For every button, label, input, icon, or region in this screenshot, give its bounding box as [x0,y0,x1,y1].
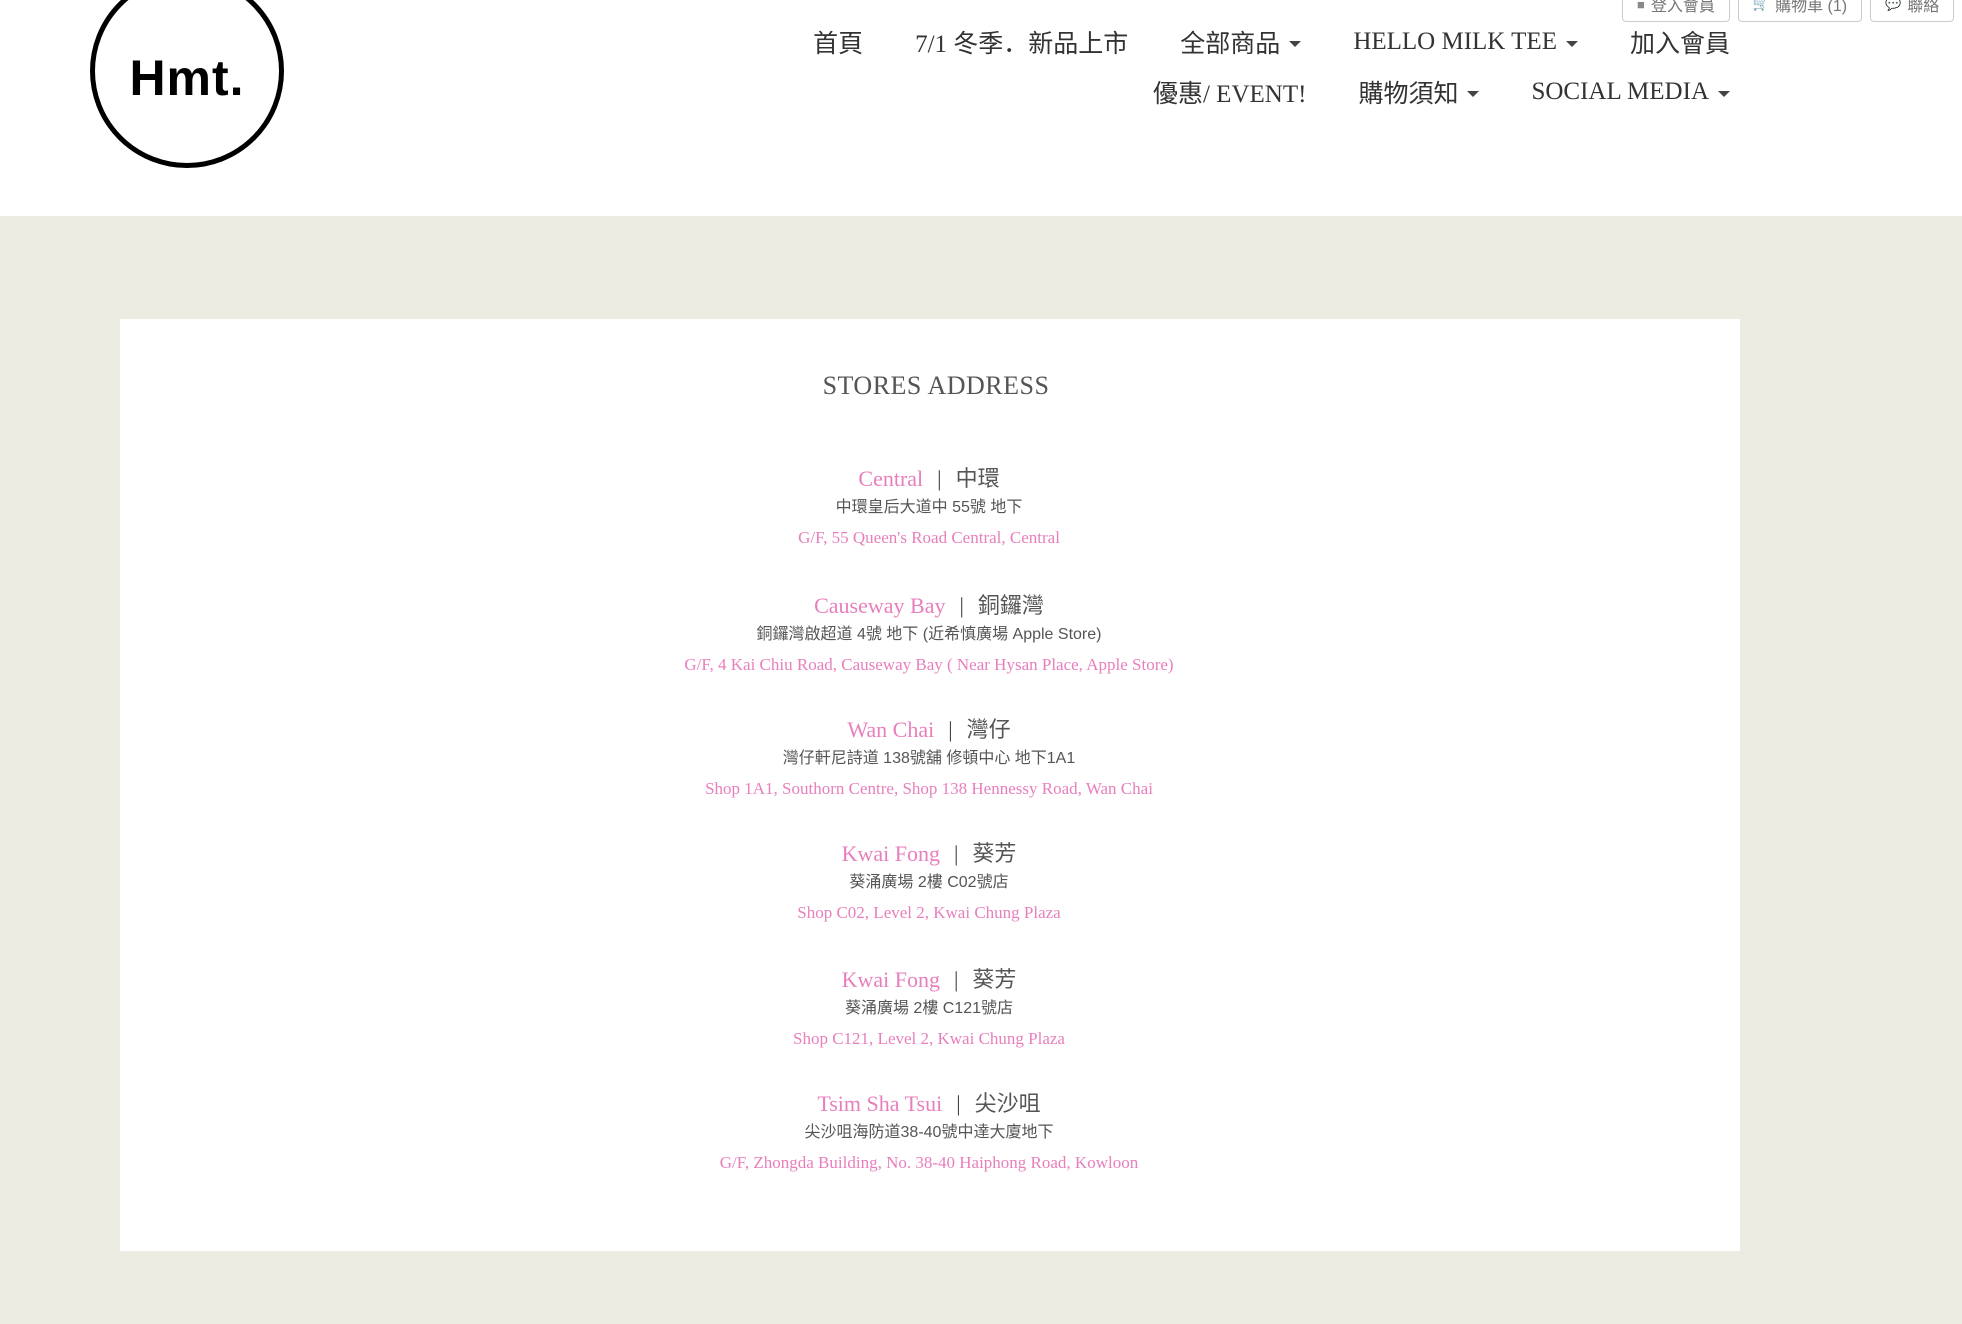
nav-item-label: 7/1 冬季．新品上市 [915,31,1129,58]
store-address-zh: 中環皇后大道中 55號 地下 [835,499,1023,516]
store-address-en[interactable]: G/F, 4 Kai Chiu Road, Causeway Bay ( Nea… [0,653,1858,677]
store-address-zh: 葵涌廣場 2樓 C02號店 [849,874,1009,891]
store-address-en[interactable]: G/F, 55 Queen's Road Central, Central [0,526,1858,550]
store-name: Central | 中環 [0,464,1858,494]
store-name-zh: 葵芳 [972,841,1017,866]
caret-down-icon [1718,90,1730,97]
nav-item-label: 首頁 [813,31,864,58]
store-name-en[interactable]: Kwai Fong [842,841,940,866]
store-name: Kwai Fong | 葵芳 [0,965,1858,995]
chat-icon: 💬 [1885,0,1902,11]
store-address-zh: 銅鑼灣啟超道 4號 地下 (近希慎廣場 Apple Store) [756,626,1102,643]
nav-item-join-member[interactable]: 加入會員 [1630,24,1730,60]
store-name: Kwai Fong | 葵芳 [0,839,1858,869]
store-item-central: Central | 中環 中環皇后大道中 55號 地下 G/F, 55 Queen'… [0,464,1858,550]
cart-label: 購物車 (1) [1775,0,1848,15]
store-address-zh: 尖沙咀海防道38-40號中達大廈地下 [804,1124,1054,1141]
store-name-zh: 尖沙咀 [974,1091,1041,1116]
site-header: Hmt. ■ 登入會員 🛒 購物車 (1) 💬 聯絡 首頁 7/1 冬季．新品上… [0,0,1962,216]
store-address-en[interactable]: G/F, Zhongda Building, No. 38-40 Haiphon… [0,1151,1858,1175]
nav-item-hello-milk-tee[interactable]: HELLO MILK TEE [1353,28,1578,56]
store-address-en[interactable]: Shop C121, Level 2, Kwai Chung Plaza [0,1027,1858,1051]
main-nav-row-1: 首頁 7/1 冬季．新品上市 全部商品 HELLO MILK TEE 加入會員 [813,24,1730,60]
separator: | [959,593,964,618]
cart-button[interactable]: 🛒 購物車 (1) [1737,0,1863,22]
separator: | [937,466,942,491]
store-item-causeway-bay: Causeway Bay | 銅鑼灣 銅鑼灣啟超道 4號 地下 (近希慎廣場 App… [0,591,1858,677]
login-label: 登入會員 [1650,0,1715,15]
store-item-wan-chai: Wan Chai | 灣仔 灣仔軒尼詩道 138號舖 修頓中心 地下1A1 Shop… [0,715,1858,801]
store-name-en[interactable]: Wan Chai [847,717,934,742]
page-title: STORES ADDRESS [822,371,1050,400]
nav-item-social-media[interactable]: SOCIAL MEDIA [1531,78,1730,106]
store-name-en[interactable]: Central [858,466,923,491]
store-address-en[interactable]: Shop 1A1, Southorn Centre, Shop 138 Henn… [0,777,1858,801]
nav-item-label: SOCIAL MEDIA [1531,78,1709,105]
store-item-kwai-fong-c121: Kwai Fong | 葵芳 葵涌廣場 2樓 C121號店 Shop C121, L… [0,965,1858,1051]
store-name: Tsim Sha Tsui | 尖沙咀 [0,1089,1858,1119]
separator: | [948,717,953,742]
nav-item-shopping-info[interactable]: 購物須知 [1358,74,1480,110]
caret-down-icon [1565,40,1578,47]
store-item-kwai-fong-c02: Kwai Fong | 葵芳 葵涌廣場 2樓 C02號店 Shop C02, Lev… [0,839,1858,925]
store-name-en[interactable]: Causeway Bay [814,593,945,618]
store-address-zh: 葵涌廣場 2樓 C121號店 [844,1000,1014,1017]
nav-item-winter-new[interactable]: 7/1 冬季．新品上市 [915,24,1128,60]
nav-item-label: 購物須知 [1358,81,1459,108]
store-name: Causeway Bay | 銅鑼灣 [0,591,1858,621]
nav-item-all-products[interactable]: 全部商品 [1180,24,1302,60]
store-name: Wan Chai | 灣仔 [0,715,1858,745]
store-name-zh: 中環 [955,466,1000,491]
store-name-zh: 銅鑼灣 [977,593,1044,618]
brand-logo[interactable]: Hmt. [90,0,284,168]
store-name-en[interactable]: Tsim Sha Tsui [817,1091,942,1116]
cart-icon: 🛒 [1752,0,1770,11]
main-nav-row-2: 優惠/ EVENT! 購物須知 SOCIAL MEDIA [1153,74,1730,110]
store-address-en[interactable]: Shop C02, Level 2, Kwai Chung Plaza [0,901,1858,925]
separator: | [956,1091,961,1116]
nav-item-label: 加入會員 [1629,31,1730,58]
contact-label: 聯絡 [1907,0,1940,15]
utility-bar: ■ 登入會員 🛒 購物車 (1) 💬 聯絡 [1622,0,1955,22]
store-item-tsim-sha-tsui: Tsim Sha Tsui | 尖沙咀 尖沙咀海防道38-40號中達大廈地下 G/F… [0,1089,1858,1175]
separator: | [953,841,959,866]
separator: | [953,967,959,992]
store-name-zh: 葵芳 [972,967,1017,992]
caret-down-icon [1289,40,1302,47]
brand-logo-text: Hmt. [129,50,245,106]
store-address-zh: 灣仔軒尼詩道 138號舖 修頓中心 地下1A1 [782,750,1076,767]
user-icon: ■ [1637,0,1645,12]
login-button[interactable]: ■ 登入會員 [1622,0,1730,22]
nav-item-label: HELLO MILK TEE [1353,28,1557,55]
nav-item-label: 全部商品 [1180,31,1281,58]
store-name-zh: 灣仔 [966,717,1011,742]
nav-item-home[interactable]: 首頁 [813,24,863,60]
contact-button[interactable]: 💬 聯絡 [1870,0,1955,22]
nav-item-event[interactable]: 優惠/ EVENT! [1153,74,1306,110]
caret-down-icon [1467,90,1480,97]
store-name-en[interactable]: Kwai Fong [842,967,940,992]
nav-item-label: 優惠/ EVENT! [1152,81,1307,108]
